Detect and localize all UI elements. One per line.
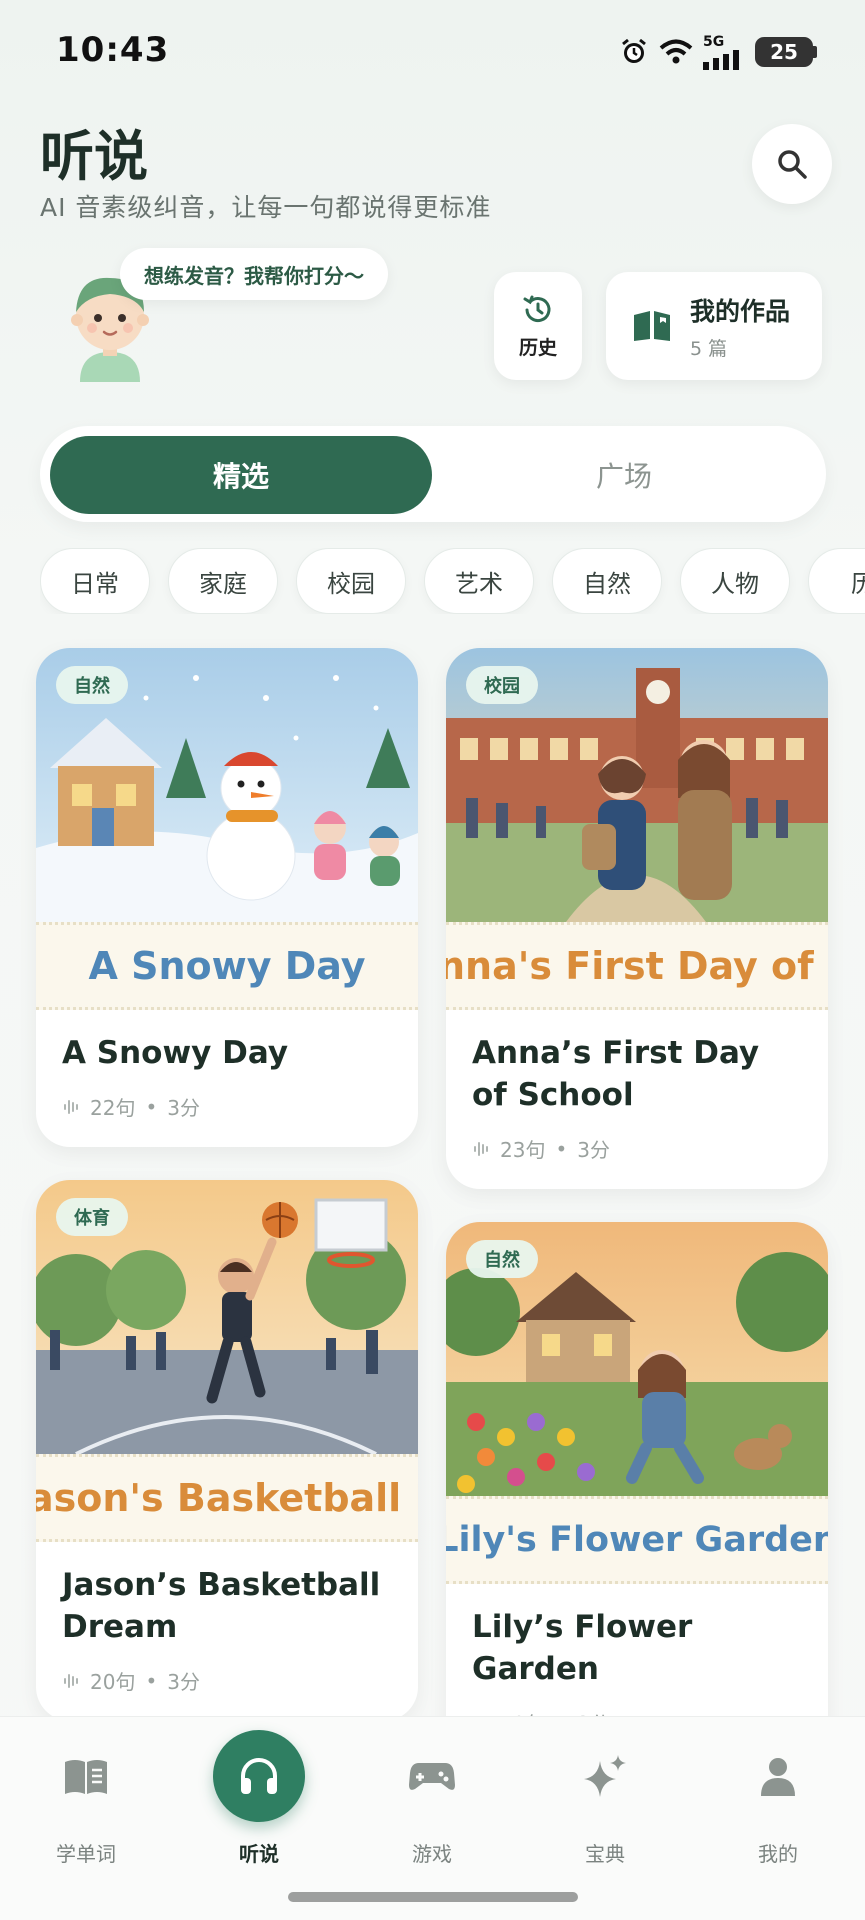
card-sentences: 22句: [90, 1096, 136, 1120]
card-banner-text: ason's Basketball Drea: [36, 1454, 418, 1542]
search-button[interactable]: [752, 124, 832, 204]
card-illustration: 体育: [36, 1180, 418, 1454]
status-time: 10:43: [56, 30, 170, 70]
wifi-icon: [659, 39, 693, 64]
nav-item-games[interactable]: 游戏: [362, 1730, 502, 1867]
waveform-icon: [474, 1141, 488, 1156]
nav-item-guide[interactable]: 宝典: [535, 1730, 675, 1867]
card-sentences: 20句: [90, 1670, 136, 1694]
signal-icon: [703, 50, 739, 70]
history-label: 历史: [518, 336, 557, 359]
category-chip-daily[interactable]: 日常: [40, 548, 150, 614]
nav-label: 游戏: [412, 1842, 452, 1866]
category-chip-art[interactable]: 艺术: [424, 548, 534, 614]
nav-item-words[interactable]: 学单词: [16, 1730, 156, 1867]
card-tag: 体育: [56, 1198, 128, 1236]
mascot-bubble: 想练发音？我帮你打分～: [120, 248, 388, 300]
my-works-title: 我的作品: [690, 296, 791, 326]
my-works-button[interactable]: 我的作品 5 篇: [606, 272, 822, 380]
card-duration: 3分: [577, 1138, 610, 1162]
category-chip-campus[interactable]: 校园: [296, 548, 406, 614]
card-illustration: 自然: [446, 1222, 828, 1496]
alarm-icon: [622, 38, 646, 63]
card-tag: 校园: [466, 666, 538, 704]
nav-label: 听说: [239, 1842, 279, 1866]
history-icon: [523, 295, 551, 322]
nav-label: 学单词: [56, 1842, 116, 1866]
card-banner-text: Lily's Flower Garden: [446, 1496, 828, 1584]
card-illustration: 校园: [446, 648, 828, 922]
card-illustration: 自然: [36, 648, 418, 922]
category-chip-nature[interactable]: 自然: [552, 548, 662, 614]
card-title: Jason’s Basketball Dream: [62, 1567, 381, 1645]
story-card[interactable]: 自然 Lily's Flower Garden Lily’s Flower Ga…: [446, 1222, 828, 1763]
card-duration: 3分: [167, 1670, 200, 1694]
nav-item-listen-speak[interactable]: 听说: [189, 1730, 329, 1867]
card-meta: 23句 • 3分: [472, 1134, 802, 1163]
battery-indicator: 25: [755, 37, 813, 67]
person-icon: [761, 1758, 795, 1796]
my-works-count: 5 篇: [690, 337, 728, 360]
story-card[interactable]: 自然 A Snowy Day A Snowy Day 22句 • 3分: [36, 648, 418, 1147]
headphones-icon: [241, 1758, 277, 1794]
tab-plaza[interactable]: 广场: [432, 436, 816, 514]
card-sentences: 23句: [500, 1138, 546, 1162]
search-icon: [778, 150, 807, 179]
nav-item-profile[interactable]: 我的: [708, 1730, 848, 1867]
nav-label: 我的: [758, 1842, 798, 1866]
card-title: A Snowy Day: [62, 1035, 289, 1071]
gamepad-icon: [409, 1763, 455, 1790]
status-icons: 5G 25: [619, 34, 817, 70]
nav-label: 宝典: [585, 1842, 625, 1866]
sparkle-icon: [584, 1755, 626, 1797]
card-banner-text: A Snowy Day: [36, 922, 418, 1010]
card-banner-text: nna's First Day of Scho: [446, 922, 828, 1010]
card-meta: 22句 • 3分: [62, 1092, 392, 1121]
card-tag: 自然: [466, 1240, 538, 1278]
card-tag: 自然: [56, 666, 128, 704]
story-card[interactable]: 校园 nna's First Day of Scho Anna’s First …: [446, 648, 828, 1189]
tab-featured[interactable]: 精选: [50, 436, 432, 514]
category-chip-people[interactable]: 人物: [680, 548, 790, 614]
card-meta: 20句 • 3分: [62, 1666, 392, 1695]
book-icon: [65, 1760, 107, 1794]
home-indicator[interactable]: [288, 1892, 578, 1902]
card-title: Lily’s Flower Garden: [472, 1609, 693, 1687]
waveform-icon: [64, 1099, 78, 1114]
network-label: 5G: [703, 34, 725, 50]
open-book-icon: [634, 311, 670, 341]
page-title: 听说: [40, 125, 148, 188]
card-title: Anna’s First Day of School: [472, 1035, 760, 1113]
category-chip-history[interactable]: 历: [808, 548, 865, 614]
waveform-icon: [64, 1673, 78, 1688]
category-chip-family[interactable]: 家庭: [168, 548, 278, 614]
history-button[interactable]: 历史: [494, 272, 582, 380]
category-chips: 日常 家庭 校园 艺术 自然 人物 历: [40, 548, 865, 614]
card-duration: 3分: [167, 1096, 200, 1120]
story-card[interactable]: 体育 ason's Basketball Drea Jason’s Basket…: [36, 1180, 418, 1721]
page-subtitle: AI 音素级纠音，让每一句都说得更标准: [40, 193, 492, 222]
